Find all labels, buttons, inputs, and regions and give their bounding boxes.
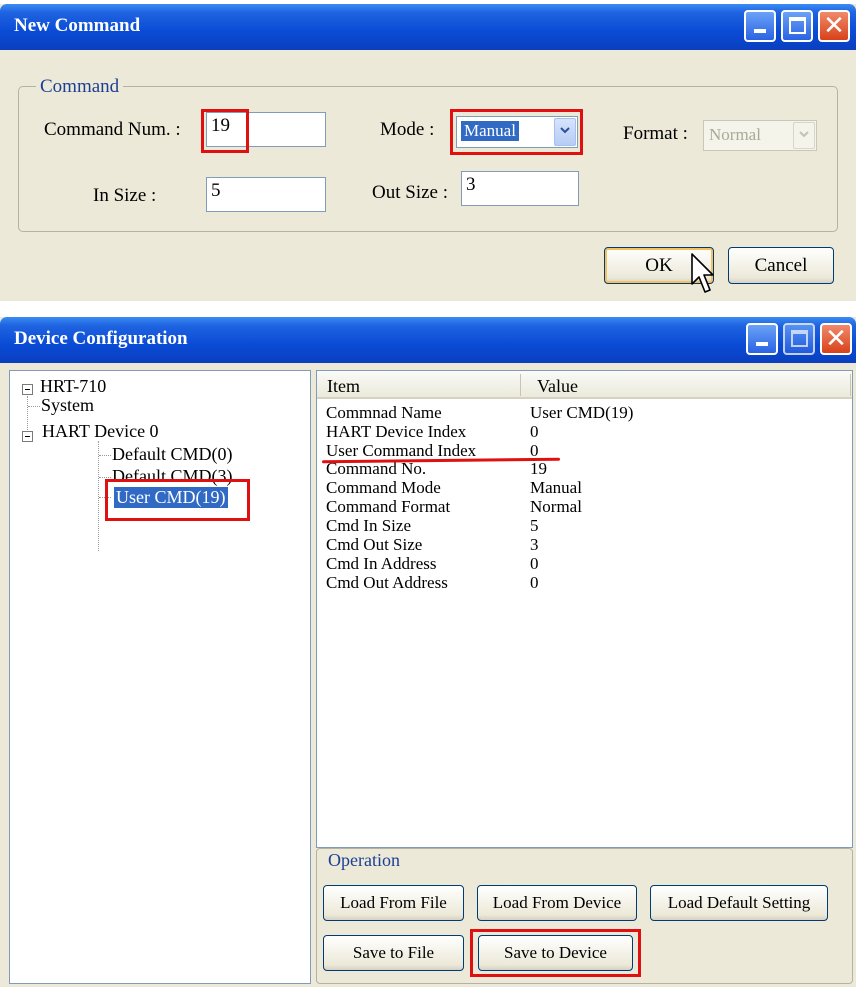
row-value: 0 (530, 554, 539, 573)
tree-node-user-cmd-19[interactable]: User CMD(19) (114, 487, 228, 508)
format-dropdown-button[interactable] (793, 122, 815, 149)
command-num-label: Command Num. : (44, 119, 181, 140)
tree-connector (98, 441, 99, 551)
maximize-icon (789, 17, 806, 34)
collapse-icon[interactable] (22, 384, 33, 395)
load-default-setting-button[interactable]: Load Default Setting (650, 885, 828, 921)
format-label: Format : (623, 123, 688, 144)
save-to-device-label: Save to Device (504, 943, 607, 962)
collapse-icon[interactable] (22, 431, 33, 442)
close-icon: ✕ (825, 324, 847, 354)
row-item-label: Command Format (326, 497, 451, 516)
save-to-file-button[interactable]: Save to File (323, 935, 464, 971)
close-button[interactable]: ✕ (820, 323, 852, 355)
format-selected-value: Normal (709, 125, 761, 144)
chevron-down-icon (560, 127, 570, 134)
maximize-button[interactable] (781, 10, 813, 42)
load-from-file-label: Load From File (340, 893, 447, 912)
new-command-dialog: New Command ✕ Command Command Num. : 19 … (0, 4, 856, 301)
device-config-titlebar[interactable]: Device Configuration ✕ (0, 317, 856, 363)
row-value: Normal (530, 497, 582, 516)
row-item-label: HART Device Index (326, 422, 467, 441)
minimize-icon (756, 342, 768, 346)
new-command-title: New Command (14, 15, 141, 36)
load-from-file-button[interactable]: Load From File (323, 885, 464, 921)
minimize-button[interactable] (746, 323, 778, 355)
row-value: 3 (530, 535, 539, 554)
mode-label: Mode : (380, 119, 435, 140)
format-select[interactable]: Normal (703, 120, 817, 151)
close-button[interactable]: ✕ (818, 10, 850, 42)
tree-connector (99, 477, 111, 478)
out-size-label: Out Size : (372, 182, 448, 203)
row-value: User CMD(19) (530, 403, 634, 422)
save-to-file-label: Save to File (352, 943, 435, 962)
row-item-label: Cmd In Size (326, 516, 411, 535)
tree-connector (99, 455, 111, 456)
mode-dropdown-button[interactable] (554, 118, 576, 146)
close-icon: ✕ (823, 11, 845, 41)
row-value: Manual (530, 478, 582, 497)
device-configuration-window: Device Configuration ✕ HRT-710 System HA… (0, 317, 856, 987)
tree-connector (28, 406, 40, 407)
maximize-button[interactable] (783, 323, 815, 355)
out-size-value: 3 (466, 174, 476, 195)
ok-label: OK (645, 255, 673, 276)
row-value: 19 (530, 459, 547, 478)
list-header: Item Value (317, 371, 852, 399)
tree-node-hrt-710[interactable]: HRT-710 (40, 376, 106, 397)
in-size-value: 5 (211, 180, 221, 201)
save-to-device-button[interactable]: Save to Device (478, 935, 633, 971)
operation-label: Operation (326, 850, 402, 871)
row-item-label: Cmd Out Address (326, 573, 448, 592)
command-group-label: Command (36, 76, 124, 98)
row-value: 0 (530, 573, 539, 592)
command-num-value: 19 (211, 115, 230, 136)
tree-node-hart-device-0[interactable]: HART Device 0 (42, 421, 159, 442)
mode-select[interactable]: Manual (456, 116, 578, 148)
column-header-item[interactable]: Item (327, 376, 360, 397)
device-config-title: Device Configuration (14, 328, 188, 349)
command-num-input[interactable]: 19 (206, 112, 326, 147)
mode-selected-value: Manual (460, 120, 520, 142)
row-item-label: Cmd Out Size (326, 535, 423, 554)
tree-connector (99, 497, 111, 498)
maximize-icon (791, 330, 808, 347)
minimize-icon (754, 29, 766, 33)
properties-list[interactable]: Item Value Commnad Name User CMD(19) HAR… (316, 370, 853, 848)
row-item-label: Command Mode (326, 478, 441, 497)
new-command-titlebar[interactable]: New Command ✕ (0, 4, 856, 50)
load-from-device-button[interactable]: Load From Device (477, 885, 637, 921)
minimize-button[interactable] (744, 10, 776, 42)
in-size-label: In Size : (93, 185, 157, 206)
tree-node-default-cmd-3[interactable]: Default CMD(3) (112, 466, 232, 487)
command-groupbox (18, 86, 838, 232)
tree-node-default-cmd-0[interactable]: Default CMD(0) (112, 444, 232, 465)
row-item-label: Cmd In Address (326, 554, 437, 573)
cancel-label: Cancel (754, 255, 808, 276)
mouse-cursor-icon (691, 253, 714, 293)
row-value: 0 (530, 422, 539, 441)
tree-connector (27, 396, 28, 436)
row-value: 5 (530, 516, 539, 535)
chevron-down-icon (799, 131, 809, 138)
out-size-input[interactable]: 3 (461, 171, 579, 206)
load-from-device-label: Load From Device (492, 893, 622, 912)
column-header-value[interactable]: Value (537, 376, 578, 397)
load-default-setting-label: Load Default Setting (667, 893, 811, 912)
tree-node-system[interactable]: System (41, 395, 94, 416)
column-divider[interactable] (520, 374, 521, 396)
column-divider[interactable] (850, 374, 851, 396)
cancel-button[interactable]: Cancel (728, 247, 834, 284)
row-item-label: Commnad Name (326, 403, 442, 422)
in-size-input[interactable]: 5 (206, 177, 326, 212)
device-tree[interactable]: HRT-710 System HART Device 0 Default CMD… (9, 370, 311, 984)
